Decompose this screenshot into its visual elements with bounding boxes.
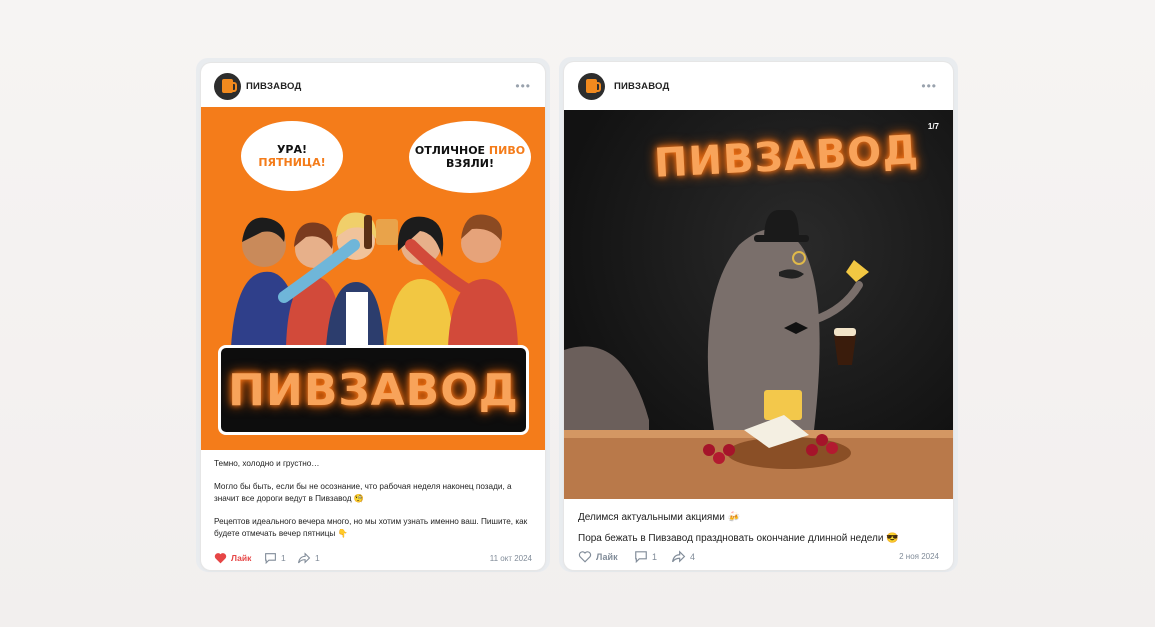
comment-button[interactable]: 1 xyxy=(634,550,657,563)
post-paragraph: Делимся актуальными акциями 🍻 xyxy=(578,512,741,523)
post-paragraph: Могло бы быть, если бы не осознание, что… xyxy=(214,482,512,503)
like-label: Лайк xyxy=(231,553,252,563)
author-name[interactable]: ПИВЗАВОД xyxy=(246,81,301,92)
heart-outline-icon xyxy=(578,551,592,563)
bubble-text: ВЗЯЛИ! xyxy=(445,157,494,170)
share-count: 4 xyxy=(690,551,696,562)
post-header: ПИВЗАВОД ••• xyxy=(201,63,545,107)
post-date[interactable]: 2 ноя 2024 xyxy=(899,552,939,561)
post-image[interactable]: УРА! ПЯТНИЦА! ОТЛИЧНОЕ ПИВО ВЗЯЛИ! ПИВЗАВО… xyxy=(201,107,545,450)
comment-button[interactable]: 1 xyxy=(264,552,286,564)
avatar[interactable] xyxy=(578,73,605,100)
post-paragraph: Темно, холодно и грустно… xyxy=(214,459,320,468)
post-actions: Лайк 1 1 11 окт 2024 xyxy=(214,552,532,568)
comment-icon xyxy=(635,551,647,563)
post-date[interactable]: 11 окт 2024 xyxy=(490,554,532,563)
beaver-illustration xyxy=(564,210,953,499)
comment-count: 1 xyxy=(652,551,658,562)
brand-logo: ПИВЗАВОД xyxy=(228,364,519,416)
avatar[interactable] xyxy=(214,73,241,100)
bubble-text: УРА! xyxy=(276,143,308,156)
heart-filled-icon xyxy=(214,553,227,564)
bubble-text: ОТЛИЧНОЕ xyxy=(414,144,486,157)
author-name[interactable]: ПИВЗАВОД xyxy=(614,81,669,92)
post-image[interactable]: 1/7 ПИВЗАВОД xyxy=(564,110,953,499)
friends-illustration xyxy=(231,212,518,347)
speech-bubble: УРА! ПЯТНИЦА! xyxy=(241,121,343,191)
post-text: Делимся актуальными акциями 🍻 Пора бежат… xyxy=(578,511,940,553)
brand-plate: ПИВЗАВОД xyxy=(218,345,529,435)
like-button[interactable]: Лайк xyxy=(214,552,251,564)
more-options-icon[interactable]: ••• xyxy=(921,79,937,93)
post-actions: Лайк 1 4 2 ноя 2024 xyxy=(578,550,939,566)
post-paragraph: Рецептов идеального вечера много, но мы … xyxy=(214,517,528,538)
post-card: ПИВЗАВОД ••• 1/7 ПИВЗАВОД Делимся актуал… xyxy=(564,62,953,570)
bubble-text-accent: ПИВО xyxy=(488,144,526,157)
speech-bubble: ОТЛИЧНОЕ ПИВО ВЗЯЛИ! xyxy=(409,121,531,193)
post-card: ПИВЗАВОД ••• УРА! ПЯТНИЦА! ОТЛИЧНОЕ ПИВО В… xyxy=(201,63,545,570)
bubble-text-accent: ПЯТНИЦА! xyxy=(258,156,326,169)
like-button[interactable]: Лайк xyxy=(578,550,618,563)
share-count: 1 xyxy=(315,553,320,563)
post-text: Темно, холодно и грустно… Могло бы быть,… xyxy=(214,458,534,551)
share-button[interactable]: 4 xyxy=(671,550,695,563)
post-paragraph: Пора бежать в Пивзавод праздновать оконч… xyxy=(578,533,899,544)
comment-icon xyxy=(265,553,276,564)
brand-logo: ПИВЗАВОД xyxy=(652,127,920,187)
post-header: ПИВЗАВОД ••• xyxy=(564,62,953,106)
share-icon xyxy=(672,550,686,563)
share-icon xyxy=(298,552,311,564)
more-options-icon[interactable]: ••• xyxy=(515,79,531,93)
share-button[interactable]: 1 xyxy=(297,552,320,564)
like-label: Лайк xyxy=(596,551,618,562)
comment-count: 1 xyxy=(281,553,286,563)
gallery-counter: 1/7 xyxy=(927,122,939,131)
